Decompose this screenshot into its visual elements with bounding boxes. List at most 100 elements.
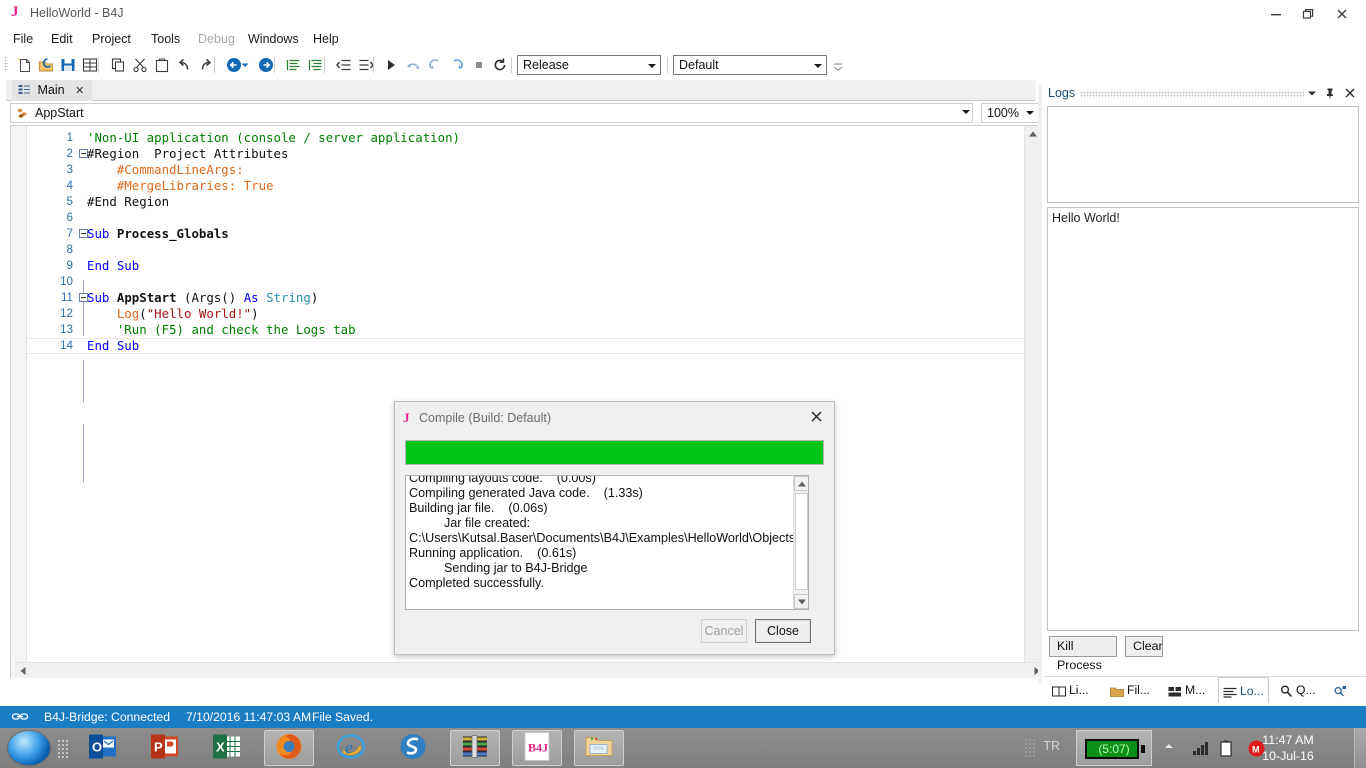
dialog-scroll-down-button[interactable] bbox=[794, 594, 808, 609]
close-button[interactable] bbox=[1326, 0, 1358, 27]
paste-icon[interactable] bbox=[152, 55, 172, 75]
uncomment-icon[interactable] bbox=[306, 55, 326, 75]
stop-icon[interactable] bbox=[469, 55, 489, 75]
clear-button[interactable]: Clear bbox=[1125, 636, 1163, 657]
build-config-select[interactable]: Default bbox=[673, 55, 827, 75]
logs-filter-box[interactable] bbox=[1047, 106, 1359, 203]
back-dropdown-icon[interactable] bbox=[239, 55, 251, 75]
tray-grip[interactable] bbox=[1024, 738, 1036, 757]
chevron-down-icon[interactable] bbox=[643, 56, 660, 74]
taskbar-explorer[interactable] bbox=[574, 730, 624, 766]
open-project-icon[interactable] bbox=[36, 55, 56, 75]
scroll-left-button[interactable] bbox=[15, 663, 30, 678]
new-file-icon[interactable] bbox=[14, 55, 34, 75]
tab-close-icon[interactable]: ✕ bbox=[75, 81, 84, 102]
menu-file[interactable]: File bbox=[8, 30, 38, 48]
maximize-button[interactable] bbox=[1292, 0, 1324, 27]
dialog-close-button[interactable] bbox=[806, 407, 828, 427]
forward-icon[interactable] bbox=[256, 55, 276, 75]
breadcrumb[interactable]: AppStart bbox=[10, 103, 973, 123]
save-icon[interactable] bbox=[58, 55, 78, 75]
copy-icon[interactable] bbox=[108, 55, 128, 75]
svg-text:X: X bbox=[216, 740, 225, 755]
taskbar-firefox[interactable] bbox=[264, 730, 314, 766]
tab-files[interactable]: Fil... bbox=[1106, 677, 1154, 703]
line-number: 11 bbox=[60, 291, 73, 304]
cut-icon[interactable] bbox=[130, 55, 150, 75]
dialog-scrollbar[interactable] bbox=[793, 476, 808, 609]
dialog-scroll-thumb[interactable] bbox=[795, 493, 808, 590]
tab-logs[interactable]: Lo... bbox=[1218, 677, 1269, 703]
menu-edit[interactable]: Edit bbox=[46, 30, 78, 48]
close-dialog-button[interactable]: Close bbox=[755, 619, 811, 643]
taskbar-grip[interactable] bbox=[57, 739, 69, 758]
taskbar-scite[interactable] bbox=[388, 730, 438, 766]
menu-windows[interactable]: Windows bbox=[243, 30, 304, 48]
taskbar-outlook[interactable]: O bbox=[78, 730, 128, 766]
battery-widget[interactable]: (5:07) bbox=[1076, 730, 1152, 766]
find-icon bbox=[1334, 680, 1347, 706]
toolbar-grip[interactable] bbox=[4, 56, 8, 72]
chevron-down-icon[interactable] bbox=[1026, 111, 1034, 115]
editor-vertical-scrollbar[interactable] bbox=[1024, 126, 1039, 678]
taskbar-winrar[interactable] bbox=[450, 730, 500, 766]
code-text: 'Non-UI application (console / server ap… bbox=[87, 130, 460, 145]
log-line: Hello World! bbox=[1052, 211, 1120, 225]
battery-icon[interactable] bbox=[1220, 740, 1238, 758]
start-button[interactable] bbox=[2, 728, 56, 768]
panel-drag-handle[interactable] bbox=[1080, 91, 1304, 98]
taskbar-clock[interactable]: 11:47 AM 10-Jul-16 bbox=[1246, 732, 1330, 764]
fold-guide bbox=[83, 424, 84, 482]
network-icon[interactable] bbox=[1192, 740, 1210, 758]
kill-process-button[interactable]: Kill Process bbox=[1049, 636, 1117, 672]
tab-find[interactable]: Fi... bbox=[1330, 677, 1366, 726]
taskbar-excel[interactable]: X bbox=[202, 730, 252, 766]
taskbar-internet-explorer[interactable]: e bbox=[326, 730, 376, 766]
editor-horizontal-scrollbar[interactable] bbox=[15, 662, 1039, 678]
close-panel-icon[interactable] bbox=[1344, 87, 1358, 101]
dialog-title: Compile (Build: Default) bbox=[419, 411, 551, 425]
step-over-icon[interactable] bbox=[403, 55, 423, 75]
compile-log-list[interactable]: Compiling layouts code. (0.00s) Compiling… bbox=[405, 475, 809, 610]
outdent-icon[interactable] bbox=[334, 55, 354, 75]
panel-menu-icon[interactable] bbox=[1306, 87, 1320, 101]
tab-modules[interactable]: M... bbox=[1164, 677, 1209, 703]
line-number: 7 bbox=[66, 227, 73, 240]
clock-time: 11:47 AM bbox=[1262, 733, 1314, 747]
show-desktop-button[interactable] bbox=[1354, 728, 1366, 768]
pin-icon[interactable] bbox=[1324, 87, 1338, 101]
tab-main[interactable]: Main ✕ bbox=[12, 80, 93, 102]
taskbar-powerpoint[interactable]: P bbox=[140, 730, 190, 766]
save-all-icon[interactable] bbox=[80, 55, 100, 75]
undo-icon[interactable] bbox=[174, 55, 194, 75]
menu-help[interactable]: Help bbox=[308, 30, 344, 48]
chevron-down-icon[interactable] bbox=[809, 56, 826, 74]
step-into-icon[interactable] bbox=[425, 55, 445, 75]
logs-buttons: Kill Process Clear bbox=[1047, 636, 1359, 672]
minimize-button[interactable] bbox=[1260, 0, 1292, 27]
menu-project[interactable]: Project bbox=[87, 30, 136, 48]
chevron-down-icon[interactable] bbox=[962, 110, 970, 114]
language-indicator[interactable]: TR bbox=[1043, 739, 1060, 753]
toolbar-overflow-icon[interactable] bbox=[832, 61, 844, 71]
panel-splitter[interactable] bbox=[1038, 85, 1042, 685]
run-icon[interactable] bbox=[381, 55, 401, 75]
zoom-select[interactable]: 100% bbox=[981, 103, 1039, 123]
libraries-icon bbox=[1052, 680, 1066, 706]
redo-icon[interactable] bbox=[196, 55, 216, 75]
status-bridge: B4J-Bridge: Connected bbox=[44, 710, 171, 724]
comment-icon[interactable] bbox=[284, 55, 304, 75]
files-icon bbox=[1110, 680, 1124, 706]
compile-log-line: Sending jar to B4J-Bridge bbox=[409, 561, 588, 575]
build-mode-select[interactable]: Release bbox=[517, 55, 661, 75]
clean-project-icon[interactable] bbox=[490, 55, 510, 75]
tab-libraries[interactable]: Li... bbox=[1048, 677, 1093, 703]
menu-tools[interactable]: Tools bbox=[146, 30, 185, 48]
logs-output[interactable]: Hello World! bbox=[1047, 207, 1359, 631]
scroll-up-button[interactable] bbox=[1025, 126, 1039, 141]
taskbar-b4j[interactable]: B4J bbox=[512, 730, 562, 766]
show-hidden-icons[interactable] bbox=[1162, 740, 1180, 758]
dialog-scroll-up-button[interactable] bbox=[794, 476, 808, 491]
step-out-icon[interactable] bbox=[447, 55, 467, 75]
tab-quick-search[interactable]: Q... bbox=[1276, 677, 1320, 703]
